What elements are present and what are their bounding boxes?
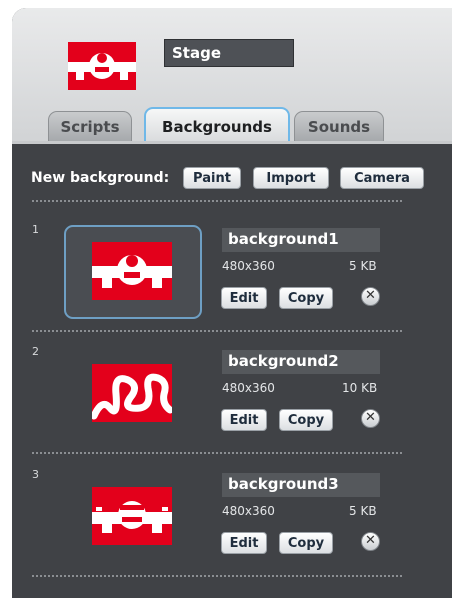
background-index: 2 xyxy=(32,345,39,358)
background1-size: 5 KB xyxy=(349,259,377,273)
divider xyxy=(32,452,402,454)
backgrounds-content: New background: Paint Import Camera 1 ba… xyxy=(12,144,452,598)
copy-button[interactable]: Copy xyxy=(279,532,333,554)
background1-dimensions: 480x360 xyxy=(222,259,275,273)
background1-name-field[interactable]: background1 xyxy=(222,228,380,252)
delete-icon[interactable]: ✕ xyxy=(361,532,380,551)
background2-name-field[interactable]: background2 xyxy=(222,350,380,374)
copy-button[interactable]: Copy xyxy=(279,409,333,431)
background2-size: 10 KB xyxy=(342,381,378,395)
costume-panel: Stage Scripts Backgrounds Sounds New bac… xyxy=(12,8,452,598)
edit-button[interactable]: Edit xyxy=(221,409,267,431)
delete-icon[interactable]: ✕ xyxy=(361,287,380,306)
edit-button[interactable]: Edit xyxy=(221,532,267,554)
camera-button[interactable]: Camera xyxy=(340,167,424,189)
tab-scripts[interactable]: Scripts xyxy=(48,111,132,141)
stage-name-field[interactable]: Stage xyxy=(164,39,294,67)
divider xyxy=(32,200,402,202)
background3-dimensions: 480x360 xyxy=(222,504,275,518)
divider xyxy=(32,575,402,577)
delete-icon[interactable]: ✕ xyxy=(361,409,380,428)
background2-dimensions: 480x360 xyxy=(222,381,275,395)
tab-sounds[interactable]: Sounds xyxy=(294,111,384,141)
background2-thumbnail[interactable] xyxy=(92,364,172,422)
stage-rover-icon xyxy=(68,53,136,80)
background1-thumbnail[interactable] xyxy=(92,242,172,300)
copy-button[interactable]: Copy xyxy=(279,287,333,309)
paint-button[interactable]: Paint xyxy=(183,167,241,189)
new-background-label: New background: xyxy=(31,170,170,186)
divider xyxy=(32,330,402,332)
background-index: 1 xyxy=(32,223,39,236)
tab-backgrounds[interactable]: Backgrounds xyxy=(144,107,290,143)
rover-with-track-icon xyxy=(92,501,172,533)
stage-thumbnail[interactable] xyxy=(68,42,136,90)
background-index: 3 xyxy=(32,468,39,481)
background3-size: 5 KB xyxy=(349,504,377,518)
edit-button[interactable]: Edit xyxy=(221,287,267,309)
background3-name-field[interactable]: background3 xyxy=(222,473,380,497)
stage-header: Stage Scripts Backgrounds Sounds xyxy=(12,8,452,144)
rover-icon xyxy=(92,255,172,288)
import-button[interactable]: Import xyxy=(253,167,329,189)
squiggle-path-icon xyxy=(92,373,172,420)
background3-thumbnail[interactable] xyxy=(92,487,172,545)
